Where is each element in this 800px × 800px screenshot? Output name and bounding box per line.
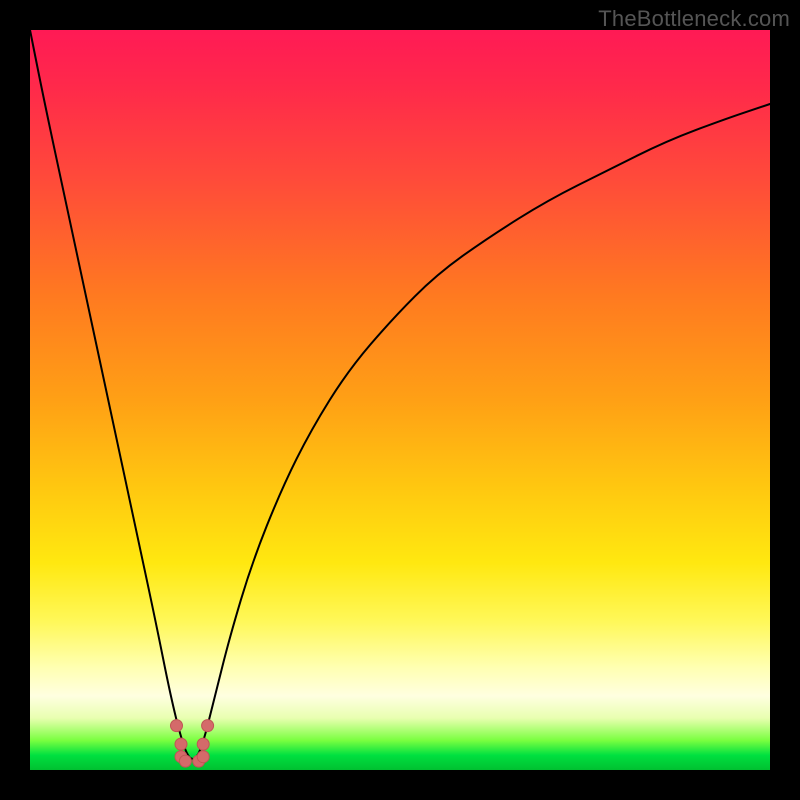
- plot-area: [30, 30, 770, 770]
- watermark-text: TheBottleneck.com: [598, 6, 790, 32]
- optimal-marker: [179, 755, 191, 767]
- curve-layer: [30, 30, 770, 770]
- optimal-marker: [197, 751, 209, 763]
- optimal-marker: [202, 720, 214, 732]
- optimal-cluster-markers: [171, 720, 214, 768]
- optimal-marker: [197, 738, 209, 750]
- optimal-marker: [171, 720, 183, 732]
- bottleneck-curve: [30, 30, 770, 759]
- optimal-marker: [175, 738, 187, 750]
- chart-frame: TheBottleneck.com: [0, 0, 800, 800]
